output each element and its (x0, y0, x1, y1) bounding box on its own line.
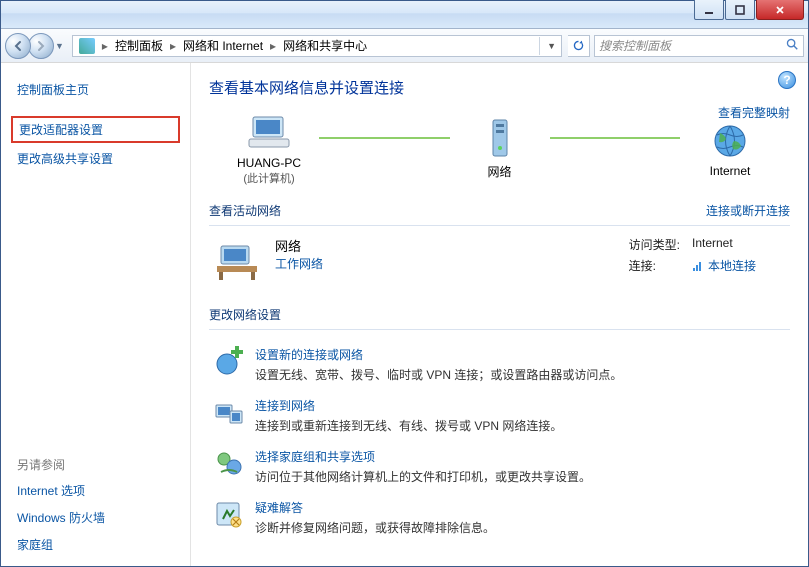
breadcrumb-control-panel[interactable]: 控制面板 (111, 36, 167, 56)
homegroup-icon (213, 448, 245, 480)
troubleshoot-icon (213, 499, 245, 531)
window-frame: ▼ ▸ 控制面板 ▸ 网络和 Internet ▸ 网络和共享中心 ▼ 搜索控制… (0, 0, 809, 567)
window-controls (694, 0, 804, 28)
divider (209, 329, 790, 330)
map-network: 网络 (440, 119, 560, 180)
address-bar: ▼ ▸ 控制面板 ▸ 网络和 Internet ▸ 网络和共享中心 ▼ 搜索控制… (1, 29, 808, 63)
active-network-panel: 网络 工作网络 访问类型: Internet 连接: 本地连接 (209, 226, 790, 290)
connect-network-icon (213, 397, 245, 429)
option-setup-title[interactable]: 设置新的连接或网络 (255, 346, 788, 363)
connections-value-link[interactable]: 本地连接 (692, 257, 756, 274)
globe-icon (706, 120, 754, 162)
chevron-right-icon[interactable]: ▸ (167, 39, 179, 53)
maximize-button[interactable] (725, 0, 755, 20)
close-button[interactable] (756, 0, 804, 20)
active-network-type-link[interactable]: 工作网络 (275, 255, 323, 272)
sidebar-homegroup[interactable]: 家庭组 (1, 531, 190, 558)
minimize-button[interactable] (694, 0, 724, 20)
network-settings-list: 设置新的连接或网络 设置无线、宽带、拨号、临时或 VPN 连接；或设置路由器或访… (209, 338, 790, 542)
breadcrumb-network-sharing-center[interactable]: 网络和共享中心 (279, 36, 371, 56)
sidebar-home-link[interactable]: 控制面板主页 (1, 75, 190, 104)
sidebar: 控制面板主页 更改适配器设置 更改高级共享设置 另请参阅 Internet 选项… (1, 63, 191, 566)
forward-button[interactable] (28, 33, 54, 59)
connections-label: 连接: (629, 257, 680, 274)
search-icon[interactable] (785, 37, 799, 54)
map-internet: Internet (670, 120, 790, 178)
active-networks-header: 查看活动网络 连接或断开连接 (209, 202, 790, 223)
network-map: 查看完整映射 HUANG-PC (此计算机) (209, 112, 790, 186)
option-troubleshoot: 疑难解答 诊断并修复网络问题，或获得故障排除信息。 (209, 491, 790, 542)
sidebar-adapter-settings[interactable]: 更改适配器设置 (11, 116, 180, 143)
change-network-settings-header: 更改网络设置 (209, 306, 790, 327)
access-type-value: Internet (692, 236, 756, 253)
page-title: 查看基本网络信息并设置连接 (209, 77, 790, 98)
see-also-header: 另请参阅 (1, 454, 190, 477)
map-network-label: 网络 (487, 163, 511, 180)
search-placeholder: 搜索控制面板 (599, 37, 671, 54)
nav-buttons: ▼ (5, 33, 66, 59)
active-network-left: 网络 工作网络 (275, 236, 323, 272)
location-icon (79, 38, 95, 54)
title-bar (1, 1, 808, 29)
search-input[interactable]: 搜索控制面板 (594, 35, 804, 57)
map-pc-sub: (此计算机) (243, 170, 294, 186)
option-troubleshoot-desc: 诊断并修复网络问题，或获得故障排除信息。 (255, 519, 788, 536)
active-network-details: 访问类型: Internet 连接: 本地连接 (629, 236, 756, 274)
option-setup-desc: 设置无线、宽带、拨号、临时或 VPN 连接；或设置路由器或访问点。 (255, 366, 788, 383)
connect-disconnect-link[interactable]: 连接或断开连接 (706, 202, 790, 219)
network-bench-icon (213, 236, 261, 284)
map-pc-name: HUANG-PC (237, 156, 301, 170)
active-network-name: 网络 (275, 236, 323, 255)
map-link-line (319, 137, 450, 139)
option-setup-new-connection: 设置新的连接或网络 设置无线、宽带、拨号、临时或 VPN 连接；或设置路由器或访… (209, 338, 790, 389)
refresh-button[interactable] (568, 35, 590, 57)
main-content: ? 查看基本网络信息并设置连接 查看完整映射 HUANG-PC (此计算机) (191, 63, 808, 566)
map-this-pc: HUANG-PC (此计算机) (209, 112, 329, 186)
setup-connection-icon (213, 346, 245, 378)
breadcrumb-bar[interactable]: ▸ 控制面板 ▸ 网络和 Internet ▸ 网络和共享中心 ▼ (72, 35, 562, 57)
sidebar-windows-firewall[interactable]: Windows 防火墙 (1, 504, 190, 531)
map-internet-label: Internet (710, 164, 751, 178)
breadcrumb-dropdown-icon[interactable]: ▼ (544, 41, 559, 51)
sidebar-internet-options[interactable]: Internet 选项 (1, 477, 190, 504)
map-link-line (550, 137, 681, 139)
view-full-map-link[interactable]: 查看完整映射 (718, 104, 790, 121)
back-button[interactable] (5, 33, 31, 59)
sidebar-advanced-sharing[interactable]: 更改高级共享设置 (1, 145, 190, 172)
option-connect-to-network: 连接到网络 连接到或重新连接到无线、有线、拨号或 VPN 网络连接。 (209, 389, 790, 440)
option-homegroup-desc: 访问位于其他网络计算机上的文件和打印机，或更改共享设置。 (255, 468, 788, 485)
computer-icon (245, 112, 293, 154)
help-icon[interactable]: ? (778, 71, 796, 89)
option-homegroup-sharing: 选择家庭组和共享选项 访问位于其他网络计算机上的文件和打印机，或更改共享设置。 (209, 440, 790, 491)
breadcrumb-network-internet[interactable]: 网络和 Internet (179, 36, 267, 56)
option-connect-desc: 连接到或重新连接到无线、有线、拨号或 VPN 网络连接。 (255, 417, 788, 434)
access-type-label: 访问类型: (629, 236, 680, 253)
body: 控制面板主页 更改适配器设置 更改高级共享设置 另请参阅 Internet 选项… (1, 63, 808, 566)
option-troubleshoot-title[interactable]: 疑难解答 (255, 499, 788, 516)
signal-icon (692, 260, 704, 272)
chevron-right-icon[interactable]: ▸ (267, 39, 279, 53)
chevron-right-icon[interactable]: ▸ (99, 39, 111, 53)
option-homegroup-title[interactable]: 选择家庭组和共享选项 (255, 448, 788, 465)
network-device-icon (476, 119, 524, 161)
option-connect-title[interactable]: 连接到网络 (255, 397, 788, 414)
